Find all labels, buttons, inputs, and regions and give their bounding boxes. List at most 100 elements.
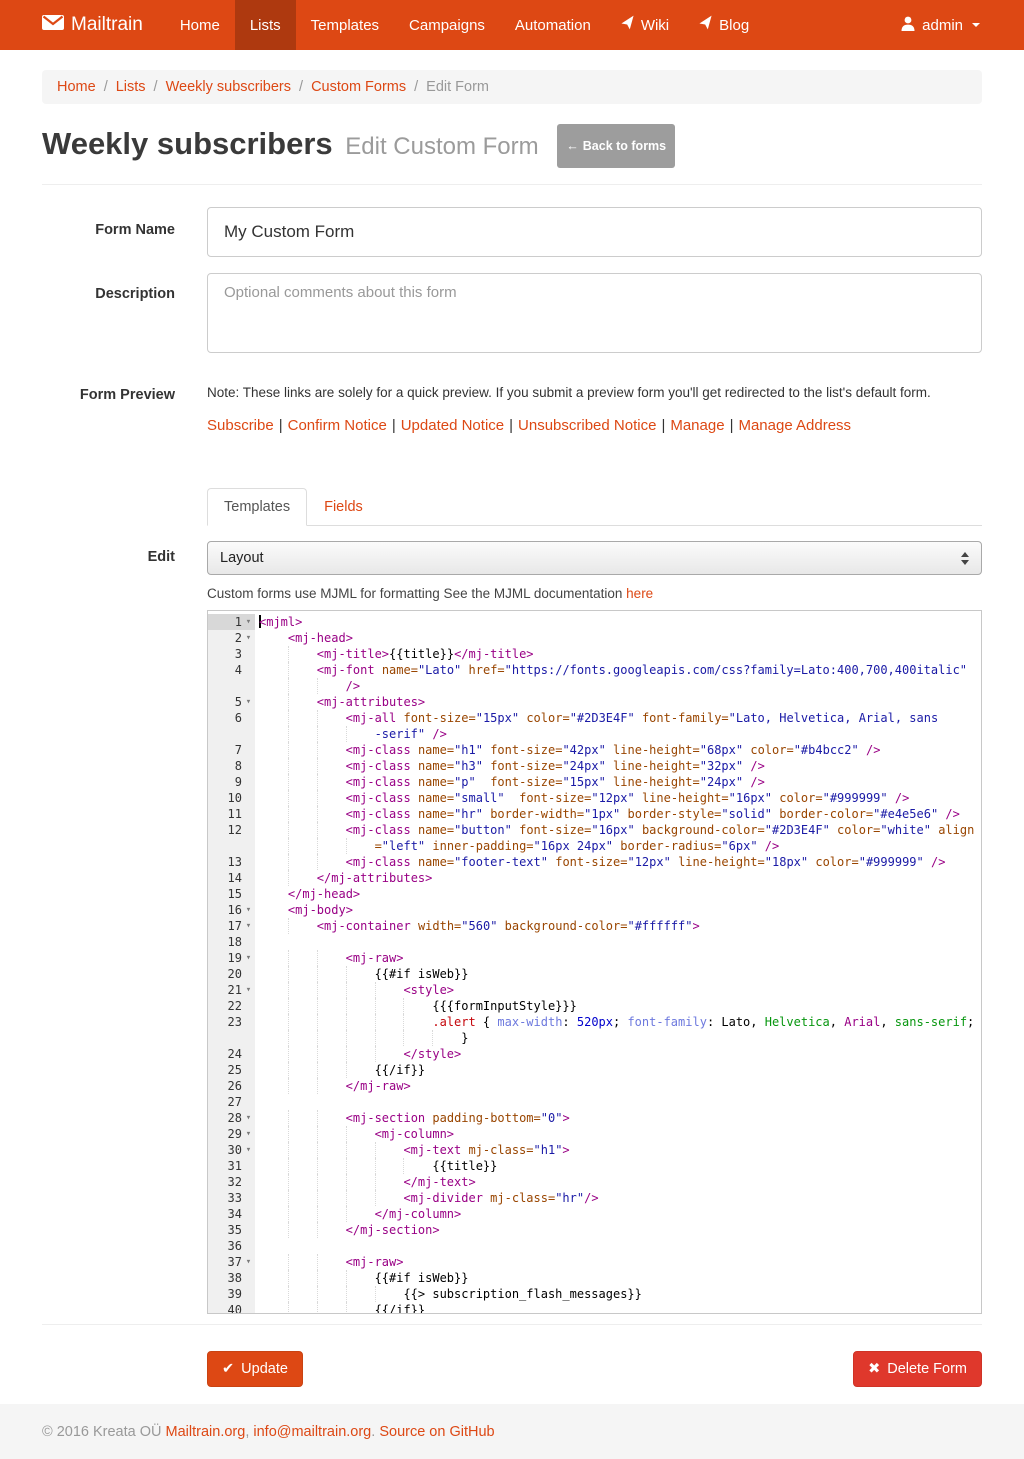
update-button[interactable]: ✔Update: [207, 1351, 303, 1387]
breadcrumb-link-home[interactable]: Home: [57, 79, 96, 95]
editor-row: 30▾<mj-text mj-class="h1">: [208, 1142, 981, 1158]
line-number: 10: [228, 790, 242, 806]
code-line: <mj-title>{{title}}</mj-title>: [255, 646, 981, 662]
preview-link-unsubscribed-notice[interactable]: Unsubscribed Notice: [518, 417, 656, 434]
editor-gutter-cell: 5▾: [208, 694, 255, 710]
back-to-forms-button[interactable]: ←Back to forms: [557, 124, 675, 168]
code-line: />: [255, 678, 981, 694]
editor-row: 24</style>: [208, 1046, 981, 1062]
fold-arrow-icon[interactable]: ▾: [242, 1126, 255, 1142]
nav-item-automation[interactable]: Automation: [500, 0, 606, 50]
mjml-doc-link[interactable]: here: [626, 586, 653, 601]
line-number: 17: [228, 918, 242, 934]
nav-item-blog[interactable]: Blog: [684, 0, 764, 50]
edit-template-select[interactable]: Layout: [207, 541, 982, 575]
footer-link-info-mailtrain-org[interactable]: info@mailtrain.org: [253, 1424, 371, 1440]
line-number: 7: [235, 742, 242, 758]
fold-arrow-icon[interactable]: ▾: [242, 1254, 255, 1270]
fold-arrow-icon[interactable]: ▾: [242, 630, 255, 646]
tab-fields[interactable]: Fields: [307, 488, 380, 526]
editor-row: 22{{{formInputStyle}}}: [208, 998, 981, 1014]
brand-link[interactable]: Mailtrain: [42, 0, 143, 50]
user-icon: [901, 16, 915, 35]
preview-link-manage-address[interactable]: Manage Address: [738, 417, 851, 434]
editor-row: 19▾<mj-raw>: [208, 950, 981, 966]
fold-arrow-icon[interactable]: ▾: [242, 982, 255, 998]
editor-row: 11<mj-class name="hr" border-width="1px"…: [208, 806, 981, 822]
editor-row: />: [208, 678, 981, 694]
description-textarea[interactable]: [207, 273, 982, 353]
fold-arrow-icon[interactable]: ▾: [242, 1142, 255, 1158]
preview-link-updated-notice[interactable]: Updated Notice: [401, 417, 504, 434]
editor-row: 31{{title}}: [208, 1158, 981, 1174]
nav-item-wiki[interactable]: Wiki: [606, 0, 684, 50]
editor-row: 16▾<mj-body>: [208, 902, 981, 918]
preview-link-confirm-notice[interactable]: Confirm Notice: [288, 417, 387, 434]
fold-arrow-icon[interactable]: ▾: [242, 1110, 255, 1126]
line-number: 38: [228, 1270, 242, 1286]
line-number: 29: [228, 1126, 242, 1142]
code-line: </mj-attributes>: [255, 870, 981, 886]
code-line: <mj-attributes>: [255, 694, 981, 710]
line-number: 21: [228, 982, 242, 998]
fold-arrow-icon[interactable]: ▾: [242, 614, 255, 630]
nav-item-lists[interactable]: Lists: [235, 0, 296, 50]
line-number: 37: [228, 1254, 242, 1270]
editor-gutter-cell: 35: [208, 1222, 255, 1238]
x-icon: ✖: [868, 1361, 880, 1377]
code-line: <mj-raw>: [255, 950, 981, 966]
nav-item-templates[interactable]: Templates: [296, 0, 394, 50]
tab-templates[interactable]: Templates: [207, 488, 307, 526]
edit-label: Edit: [42, 541, 175, 1314]
delete-form-button[interactable]: ✖Delete Form: [853, 1351, 982, 1387]
fold-arrow-icon[interactable]: ▾: [242, 950, 255, 966]
page-subtitle: Edit Custom Form: [345, 133, 538, 160]
line-number: 1: [235, 614, 242, 630]
editor-gutter-cell: 2▾: [208, 630, 255, 646]
fold-arrow-icon[interactable]: ▾: [242, 918, 255, 934]
breadcrumb-link-weekly-subscribers[interactable]: Weekly subscribers: [166, 79, 291, 95]
code-line: <mj-class name="footer-text" font-size="…: [255, 854, 981, 870]
line-number: 32: [228, 1174, 242, 1190]
editor-gutter-cell: [208, 1030, 255, 1046]
editor-gutter-cell: 4: [208, 662, 255, 678]
editor-gutter-cell: 24: [208, 1046, 255, 1062]
editor-row: 4<mj-font name="Lato" href="https://font…: [208, 662, 981, 678]
editor-row: 8<mj-class name="h3" font-size="24px" li…: [208, 758, 981, 774]
breadcrumb-link-custom-forms[interactable]: Custom Forms: [311, 79, 406, 95]
preview-link-manage[interactable]: Manage: [670, 417, 724, 434]
line-number: 6: [235, 710, 242, 726]
editor-gutter-cell: 10: [208, 790, 255, 806]
preview-link-subscribe[interactable]: Subscribe: [207, 417, 274, 434]
editor-row: 26</mj-raw>: [208, 1078, 981, 1094]
editor-gutter-cell: 8: [208, 758, 255, 774]
footer-link-mailtrain-org[interactable]: Mailtrain.org: [166, 1424, 246, 1440]
line-number: 16: [228, 902, 242, 918]
user-menu[interactable]: admin: [899, 0, 982, 50]
editor-row: 38{{#if isWeb}}: [208, 1270, 981, 1286]
nav-menu: HomeListsTemplatesCampaignsAutomationWik…: [165, 0, 899, 50]
line-number: 14: [228, 870, 242, 886]
line-number: 20: [228, 966, 242, 982]
nav-item-home[interactable]: Home: [165, 0, 235, 50]
editor-gutter-cell: 19▾: [208, 950, 255, 966]
code-line: </mj-raw>: [255, 1078, 981, 1094]
editor-row: 15</mj-head>: [208, 886, 981, 902]
line-number: 23: [228, 1014, 242, 1030]
breadcrumb-separator: /: [104, 79, 108, 95]
editor-row: }: [208, 1030, 981, 1046]
editor-gutter-cell: 31: [208, 1158, 255, 1174]
form-name-input[interactable]: [207, 207, 982, 257]
breadcrumb-link-lists[interactable]: Lists: [116, 79, 146, 95]
nav-item-campaigns[interactable]: Campaigns: [394, 0, 500, 50]
editor-row: 40{{/if}}: [208, 1302, 981, 1314]
line-number: 13: [228, 854, 242, 870]
fold-arrow-icon[interactable]: ▾: [242, 694, 255, 710]
fold-arrow-icon[interactable]: ▾: [242, 902, 255, 918]
code-line: [255, 1238, 981, 1254]
footer-link-source-on-github[interactable]: Source on GitHub: [379, 1424, 494, 1440]
code-editor[interactable]: 1▾<mjml>2▾<mj-head>3<mj-title>{{title}}<…: [207, 610, 982, 1314]
line-number: 31: [228, 1158, 242, 1174]
code-line: .alert { max-width: 520px; font-family: …: [255, 1014, 981, 1030]
code-line: ="left" inner-padding="16px 24px" border…: [255, 838, 981, 854]
